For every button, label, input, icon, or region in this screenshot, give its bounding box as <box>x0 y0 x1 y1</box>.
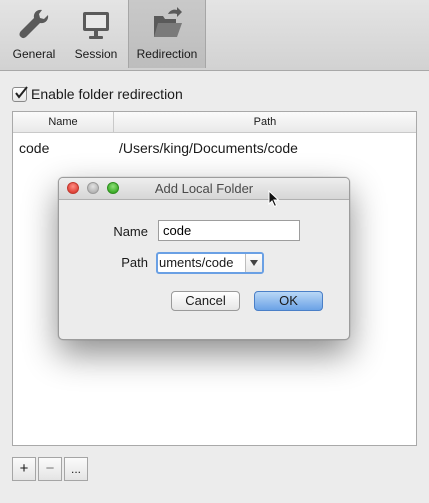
mouse-cursor-icon <box>268 189 280 211</box>
enable-folder-redirection-row[interactable]: Enable folder redirection <box>12 85 183 103</box>
chevron-down-icon <box>250 260 258 266</box>
monitor-icon <box>78 6 114 42</box>
tab-redirection-label: Redirection <box>136 47 198 61</box>
remove-folder-button[interactable]: − <box>38 457 62 481</box>
dialog-title-text: Add Local Folder <box>154 181 254 196</box>
tab-session-label: Session <box>74 47 118 61</box>
path-combobox[interactable]: uments/code <box>156 252 264 274</box>
path-value[interactable]: uments/code <box>159 254 244 272</box>
tab-general-label: General <box>12 47 56 61</box>
tab-session[interactable]: Session <box>68 0 124 68</box>
row-path-cell: /Users/king/Documents/code <box>119 140 298 156</box>
cancel-button[interactable]: Cancel <box>171 291 240 311</box>
column-header-path[interactable]: Path <box>114 112 416 132</box>
table-row[interactable]: code /Users/king/Documents/code <box>13 138 416 158</box>
name-input[interactable] <box>158 220 300 241</box>
ok-button[interactable]: OK <box>254 291 323 311</box>
tab-redirection[interactable]: Redirection <box>128 0 206 68</box>
path-label: Path <box>121 255 148 270</box>
dialog-title: Add Local Folder <box>59 181 349 196</box>
checkmark-icon <box>15 85 28 99</box>
enable-folder-redirection-label: Enable folder redirection <box>31 86 183 102</box>
folder-open-icon <box>149 6 185 42</box>
add-folder-button[interactable]: + <box>12 457 36 481</box>
wrench-icon <box>16 6 52 42</box>
name-label: Name <box>113 224 148 239</box>
path-dropdown-button[interactable] <box>245 254 262 272</box>
preferences-toolbar: General Session Redirection <box>0 0 429 71</box>
tab-general[interactable]: General <box>6 0 62 68</box>
dialog-titlebar[interactable]: Add Local Folder <box>59 178 349 200</box>
column-header-name[interactable]: Name <box>13 112 114 132</box>
add-local-folder-dialog: Add Local Folder Name Path uments/code C… <box>58 177 350 340</box>
more-options-button[interactable]: ... <box>64 457 88 481</box>
table-header: Name Path <box>13 112 416 133</box>
row-name-cell: code <box>19 140 50 156</box>
enable-folder-redirection-checkbox[interactable] <box>12 85 28 102</box>
